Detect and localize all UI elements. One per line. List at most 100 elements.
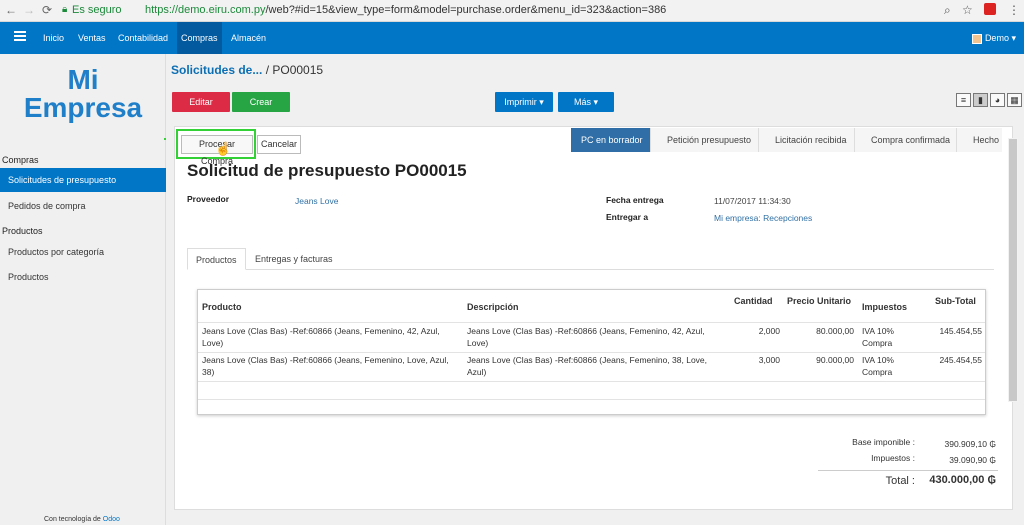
tab-entregas[interactable]: Entregas y facturas (247, 248, 341, 270)
avatar (971, 33, 982, 44)
row2-product-l1: Jeans Love (Clas Bas) -Ref:60866 (Jeans,… (202, 355, 449, 365)
main-content: Solicitudes de... / PO00015 Editar Crear… (166, 54, 1024, 525)
breadcrumb: Solicitudes de... / PO00015 (171, 63, 323, 77)
stage-borrador[interactable]: PC en borrador (571, 128, 651, 152)
powered-brand-link[interactable]: Odoo (103, 516, 120, 523)
base-value: 390.909,10 ₲ (944, 439, 996, 449)
secure-label: Es seguro (72, 4, 122, 16)
menu-compras[interactable]: Compras (177, 22, 222, 54)
browser-menu-icon[interactable]: ⋮ (1008, 3, 1020, 17)
row1-price: 80.000,00 (816, 326, 854, 336)
deliver-to-label: Entregar a (606, 212, 649, 222)
menu-contabilidad[interactable]: Contabilidad (118, 22, 168, 54)
col-cantidad[interactable]: Cantidad (734, 296, 773, 306)
col-subtotal[interactable]: Sub-Total (935, 296, 976, 306)
col-descripcion[interactable]: Descripción (467, 302, 519, 312)
total-label: Total : (885, 475, 915, 487)
user-name: Demo (984, 33, 1009, 43)
more-button[interactable]: Más ▾ (558, 92, 614, 112)
form-view-icon[interactable]: ▮ (973, 93, 988, 107)
menu-almacen[interactable]: Almacén (231, 22, 266, 54)
edit-button[interactable]: Editar (172, 92, 230, 112)
sidebar-item-solicitudes[interactable]: Solicitudes de presupuesto (0, 168, 166, 192)
list-view-icon[interactable]: ≡ (956, 93, 971, 107)
stage-hecho[interactable]: Hecho (957, 128, 1002, 152)
powered-prefix: Con tecnología de (44, 516, 101, 523)
forward-arrow-icon[interactable]: → (22, 2, 36, 18)
menu-inicio[interactable]: Inicio (43, 22, 64, 54)
tab-productos[interactable]: Productos (187, 248, 246, 270)
extension-icon[interactable] (984, 3, 996, 15)
reload-icon[interactable]: ⟳ (40, 2, 54, 18)
zoom-icon[interactable]: ⌕ (944, 3, 951, 18)
row2-desc-l2: Azul) (467, 367, 487, 377)
breadcrumb-current: / PO00015 (262, 63, 324, 77)
totals-divider (818, 470, 998, 471)
total-value: 430.000,00 ₲ (929, 474, 996, 486)
supplier-label: Proveedor (187, 194, 230, 204)
company-logo: Mi Empresa (0, 66, 166, 122)
user-menu[interactable]: Demo ▾ (971, 22, 1016, 54)
breadcrumb-parent[interactable]: Solicitudes de... (171, 63, 262, 77)
delivery-date-label: Fecha entrega (606, 195, 664, 205)
row2-product-l2: 38) (202, 367, 215, 377)
base-label: Base imponible : (852, 437, 915, 447)
app-menu-icon[interactable] (14, 31, 26, 41)
stage-peticion[interactable]: Petición presupuesto (651, 128, 759, 152)
row1-tax-l2: Compra (862, 338, 893, 348)
star-icon[interactable]: ☆ (962, 3, 973, 17)
browser-toolbar: ← → ⟳ 🔒︎ Es seguro https://demo.eiru.com… (0, 0, 1024, 22)
row1-product-l2: Love) (202, 338, 224, 348)
tax-label: Impuestos : (871, 453, 915, 463)
calendar-view-icon[interactable]: ▦ (1007, 93, 1022, 107)
col-impuestos[interactable]: Impuestos (862, 302, 907, 312)
row1-desc-l1: Jeans Love (Clas Bas) -Ref:60866 (Jeans,… (467, 326, 705, 336)
lock-icon: 🔒︎ (62, 4, 68, 15)
row2-tax-l1: IVA 10% (862, 355, 894, 365)
supplier-field[interactable]: Jeans Love (295, 196, 338, 206)
form-tabs: Productos Entregas y facturas (187, 248, 994, 270)
page-title: Solicitud de presupuesto PO00015 (187, 161, 467, 180)
logo-line-1: Mi (67, 64, 99, 95)
address-bar[interactable]: https://demo.eiru.com.py/web?#id=15&view… (145, 4, 666, 16)
col-precio[interactable]: Precio Unitario (787, 296, 851, 306)
row2-qty: 3,000 (758, 355, 780, 365)
section-compras: Compras (2, 155, 39, 165)
tax-value: 39.090,90 ₲ (949, 455, 996, 465)
top-navigation: Inicio Ventas Contabilidad Compras Almac… (0, 22, 1024, 54)
chevron-down-icon: ▾ (1011, 33, 1016, 43)
scrollbar[interactable] (1008, 138, 1018, 402)
section-productos: Productos (2, 226, 43, 236)
url-host: https://demo.eiru.com.py (145, 4, 266, 16)
stage-licitacion[interactable]: Licitación recibida (759, 128, 855, 152)
row1-subtotal: 145.454,55 (939, 326, 982, 336)
graph-view-icon[interactable]: ◕ (990, 93, 1005, 107)
deliver-to-field[interactable]: Mi empresa: Recepciones (714, 213, 812, 223)
hand-cursor-icon: ☝ (215, 141, 232, 156)
row1-product-l1: Jeans Love (Clas Bas) -Ref:60866 (Jeans,… (202, 326, 440, 336)
order-lines-table: Producto Descripción Cantidad Precio Uni… (197, 289, 986, 415)
delivery-date-field[interactable]: 11/07/2017 11:34:30 (714, 196, 791, 206)
menu-ventas[interactable]: Ventas (78, 22, 106, 54)
form-sheet: Procesar Compra Cancelar ☝ PC en borrado… (174, 126, 1013, 510)
sidebar-item-pedidos[interactable]: Pedidos de compra (0, 194, 166, 218)
row2-price: 90.000,00 (816, 355, 854, 365)
row1-desc-l2: Love) (467, 338, 489, 348)
row2-desc-l1: Jeans Love (Clas Bas) -Ref:60866 (Jeans,… (467, 355, 708, 365)
cancel-button[interactable]: Cancelar (257, 135, 301, 154)
back-arrow-icon[interactable]: ← (4, 2, 18, 18)
row1-tax-l1: IVA 10% (862, 326, 894, 336)
sidebar-item-productos-categoria[interactable]: Productos por categoría (0, 240, 166, 264)
scrollbar-thumb[interactable] (1009, 139, 1017, 401)
create-button[interactable]: Crear (232, 92, 290, 112)
sidebar-item-productos[interactable]: Productos (0, 265, 166, 289)
logo-line-2: Empresa (23, 92, 143, 123)
col-producto[interactable]: Producto (202, 302, 242, 312)
row2-tax-l2: Compra (862, 367, 893, 377)
row1-qty: 2,000 (758, 326, 780, 336)
powered-by: Con tecnología de Odoo (44, 516, 120, 523)
row2-subtotal: 245.454,55 (939, 355, 982, 365)
print-button[interactable]: Imprimir ▾ (495, 92, 553, 112)
url-path: /web?#id=15&view_type=form&model=purchas… (265, 4, 667, 16)
stage-compra-confirmada[interactable]: Compra confirmada (855, 128, 957, 152)
